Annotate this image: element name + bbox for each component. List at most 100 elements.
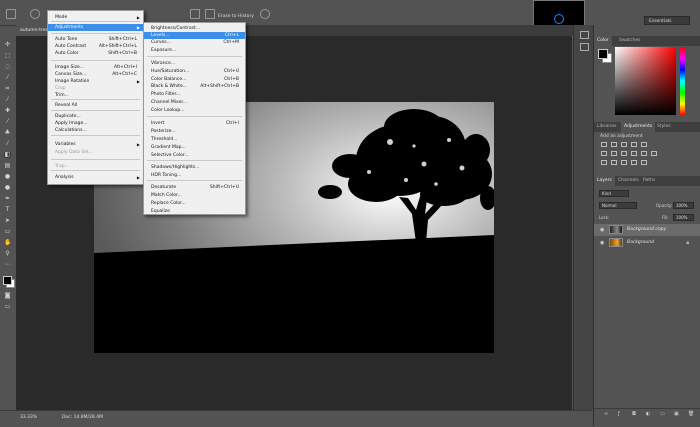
- foreground-color-swatch[interactable]: [3, 276, 12, 285]
- menu-item-calculations[interactable]: Calculations...: [48, 127, 143, 134]
- invert-adj-icon[interactable]: [601, 160, 607, 165]
- type-tool-icon[interactable]: T: [4, 207, 11, 213]
- menu-item-match-color[interactable]: Match Color...: [144, 192, 245, 199]
- link-layers-icon[interactable]: ∞: [604, 411, 608, 417]
- history-brush-tool-icon[interactable]: ⁄: [4, 141, 11, 147]
- eraser-tool-icon[interactable]: ◧: [4, 152, 11, 158]
- exposure-adj-icon[interactable]: [631, 142, 637, 147]
- fx-icon[interactable]: ƒ: [618, 411, 620, 417]
- menu-item-trim[interactable]: Trim...: [48, 92, 143, 99]
- menu-item-adjustments[interactable]: Adjustments ▶: [48, 24, 143, 31]
- menu-item-reveal-all[interactable]: Reveal All: [48, 102, 143, 109]
- curves-adj-icon[interactable]: [621, 142, 627, 147]
- zoom-level[interactable]: 33.33%: [20, 415, 37, 420]
- opacity-input[interactable]: 100%: [673, 202, 694, 209]
- menu-item-color-lookup[interactable]: Color Lookup...: [144, 107, 245, 114]
- menu-item-auto-tone[interactable]: Auto Tone Shift+Ctrl+L: [48, 36, 143, 43]
- marquee-tool-icon[interactable]: ⬚: [4, 53, 11, 59]
- threshold-adj-icon[interactable]: [621, 160, 627, 165]
- erase-to-history-checkbox[interactable]: Erase to History: [218, 14, 254, 19]
- tab-color[interactable]: Color: [594, 36, 612, 46]
- photo-filter-adj-icon[interactable]: [631, 151, 637, 156]
- layer-row-background[interactable]: ◉ Background 🔒︎: [594, 237, 700, 249]
- menu-item-image-size[interactable]: Image Size... Alt+Ctrl+I: [48, 64, 143, 71]
- trash-icon[interactable]: 🗑︎: [688, 411, 694, 417]
- channel-mixer-adj-icon[interactable]: [641, 151, 647, 156]
- brush-preset-icon[interactable]: [30, 9, 40, 19]
- tab-layers[interactable]: Layers: [594, 176, 615, 186]
- visibility-eye-icon[interactable]: ◉: [600, 240, 604, 246]
- crop-tool-icon[interactable]: ⌗: [4, 86, 11, 92]
- more-tools-icon[interactable]: ⋯: [4, 262, 11, 268]
- menu-item-variables[interactable]: Variables ▶: [48, 141, 143, 148]
- menu-item-analysis[interactable]: Analysis ▶: [48, 174, 143, 181]
- menu-item-black-white[interactable]: Black & White... Alt+Shift+Ctrl+B: [144, 83, 245, 90]
- lasso-tool-icon[interactable]: ◌: [4, 64, 11, 70]
- tab-libraries[interactable]: Libraries: [594, 122, 619, 132]
- fill-input[interactable]: 100%: [673, 214, 694, 221]
- hand-tool-icon[interactable]: ✋: [4, 240, 11, 246]
- vibrance-adj-icon[interactable]: [641, 142, 647, 147]
- menu-item-hdr-toning[interactable]: HDR Toning...: [144, 172, 245, 179]
- gradient-map-adj-icon[interactable]: [631, 160, 637, 165]
- color-lookup-adj-icon[interactable]: [651, 151, 657, 156]
- quick-mask-icon[interactable]: ◙: [4, 293, 11, 299]
- pressure-size-icon[interactable]: [260, 9, 270, 19]
- blend-mode-select[interactable]: Normal: [599, 202, 637, 209]
- airbrush-icon[interactable]: [190, 9, 200, 19]
- dodge-tool-icon[interactable]: ●: [4, 185, 11, 191]
- tab-paths[interactable]: Paths: [640, 176, 658, 186]
- menu-item-color-balance[interactable]: Color Balance... Ctrl+B: [144, 76, 245, 83]
- visibility-eye-icon[interactable]: ◉: [600, 227, 604, 233]
- blur-tool-icon[interactable]: ●: [4, 174, 11, 180]
- tab-channels[interactable]: Channels: [615, 176, 642, 186]
- zoom-tool-icon[interactable]: ⚲: [4, 251, 11, 257]
- menu-item-replace-color[interactable]: Replace Color...: [144, 200, 245, 207]
- menu-item-curves[interactable]: Curves... Ctrl+M: [144, 39, 245, 46]
- shape-tool-icon[interactable]: ▭: [4, 229, 11, 235]
- new-layer-icon[interactable]: ▣: [674, 411, 679, 417]
- fg-color-chip[interactable]: [598, 49, 608, 59]
- menu-item-posterize[interactable]: Posterize...: [144, 128, 245, 135]
- menu-item-channel-mixer[interactable]: Channel Mixer...: [144, 99, 245, 106]
- menu-item-hue-saturation[interactable]: Hue/Saturation... Ctrl+U: [144, 68, 245, 75]
- eraser-tool-icon[interactable]: [6, 9, 16, 19]
- gradient-tool-icon[interactable]: ▤: [4, 163, 11, 169]
- selective-color-adj-icon[interactable]: [641, 160, 647, 165]
- layer-kind-filter[interactable]: Kind: [599, 190, 629, 197]
- menu-item-photo-filter[interactable]: Photo Filter...: [144, 91, 245, 98]
- hue-sat-adj-icon[interactable]: [601, 151, 607, 156]
- posterize-adj-icon[interactable]: [611, 160, 617, 165]
- quick-select-tool-icon[interactable]: ⁄: [4, 75, 11, 81]
- document-size[interactable]: Doc: 14.8M/28.4M: [62, 415, 103, 420]
- menu-item-canvas-size[interactable]: Canvas Size... Alt+Ctrl+C: [48, 71, 143, 78]
- tab-styles[interactable]: Styles: [654, 122, 674, 132]
- new-adjustment-icon[interactable]: ◐: [646, 411, 650, 417]
- menu-item-vibrance[interactable]: Vibrance...: [144, 60, 245, 67]
- menu-item-mode[interactable]: Mode ▶: [48, 14, 143, 21]
- menu-item-image-rotation[interactable]: Image Rotation ▶: [48, 78, 143, 85]
- tab-adjustments[interactable]: Adjustments: [621, 122, 656, 132]
- tab-swatches[interactable]: Swatches: [616, 36, 644, 46]
- menu-item-apply-image[interactable]: Apply Image...: [48, 120, 143, 127]
- menu-item-invert[interactable]: Invert Ctrl+I: [144, 120, 245, 127]
- hue-slider[interactable]: [680, 47, 685, 115]
- eyedropper-tool-icon[interactable]: ⁄: [4, 97, 11, 103]
- menu-item-duplicate[interactable]: Duplicate...: [48, 113, 143, 120]
- lock-icon[interactable]: 🔒︎: [686, 240, 689, 246]
- brush-tool-icon[interactable]: ⁄: [4, 119, 11, 125]
- brightness-adj-icon[interactable]: [601, 142, 607, 147]
- menu-item-equalize[interactable]: Equalize: [144, 208, 245, 215]
- move-tool-icon[interactable]: ✣: [4, 42, 11, 48]
- pressure-icon[interactable]: [205, 9, 215, 19]
- screen-mode-icon[interactable]: ▭: [4, 304, 11, 310]
- menu-item-desaturate[interactable]: Desaturate Shift+Ctrl+U: [144, 184, 245, 191]
- mask-icon[interactable]: ◘: [632, 411, 636, 417]
- pen-tool-icon[interactable]: ✒: [4, 196, 11, 202]
- path-select-tool-icon[interactable]: ➤: [4, 218, 11, 224]
- new-group-icon[interactable]: ▭: [660, 411, 665, 417]
- color-balance-adj-icon[interactable]: [611, 151, 617, 156]
- workspace-switcher[interactable]: Essentials: [644, 16, 690, 25]
- menu-item-auto-color[interactable]: Auto Color Shift+Ctrl+B: [48, 50, 143, 57]
- properties-panel-icon[interactable]: [580, 43, 589, 51]
